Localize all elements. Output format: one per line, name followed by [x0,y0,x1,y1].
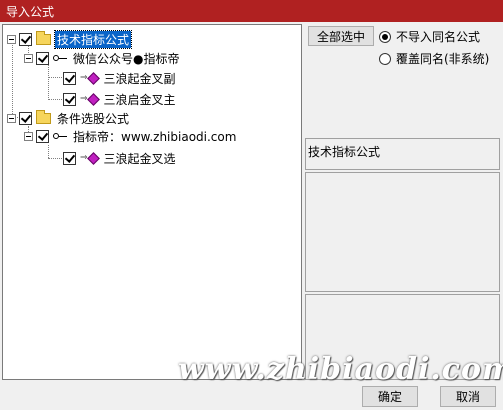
radio-label: 不导入同名公式 [396,30,481,44]
collapse-icon[interactable] [7,34,16,44]
node-checkbox[interactable] [63,151,76,165]
formula-icon: ⇒ [80,151,100,165]
tree-node-root[interactable]: 技术指标公式 [7,29,133,49]
select-all-button[interactable]: 全部选中 [308,26,374,46]
category-box: 技术指标公式 [305,138,500,170]
radio-icon[interactable] [379,30,391,43]
dialog-body: 技术指标公式 微信公众号●指标帝 ⇒ 三浪起金叉副 ⇒ 三浪启金叉主 条件选股公… [0,22,503,410]
tree-node-leaf[interactable]: ⇒ 三浪起金叉选 [63,149,178,167]
ok-button[interactable]: 确定 [362,386,418,407]
tree-node-label[interactable]: 条件选股公式 [55,110,131,127]
tree-node-leaf[interactable]: ⇒ 三浪起金叉副 [63,69,178,87]
radio-overwrite-same-name[interactable]: 覆盖同名(非系统) [379,50,489,67]
radio-icon[interactable] [379,52,391,65]
tree-line [48,145,49,158]
node-checkbox[interactable] [63,71,76,85]
radio-label: 覆盖同名(非系统) [396,52,490,66]
key-icon [53,133,67,139]
tree-node-label[interactable]: 指标帝：www.zhibiaodi.com [71,128,238,145]
folder-icon [36,30,51,45]
category-label: 技术指标公式 [308,145,381,159]
node-checkbox[interactable] [36,51,49,65]
radio-skip-same-name[interactable]: 不导入同名公式 [379,28,480,45]
tree-node-group[interactable]: 指标帝：www.zhibiaodi.com [24,127,238,145]
cancel-button[interactable]: 取消 [440,386,496,407]
collapse-icon[interactable] [24,53,33,63]
node-checkbox[interactable] [63,92,76,106]
node-checkbox[interactable] [36,129,49,143]
tree-line [48,158,62,159]
tree-node-root[interactable]: 条件选股公式 [7,109,131,127]
tree-node-label[interactable]: 三浪启金叉主 [102,91,178,108]
tree-node-label[interactable]: 三浪起金叉副 [102,70,178,87]
formula-icon: ⇒ [80,92,100,106]
formula-tree[interactable]: 技术指标公式 微信公众号●指标帝 ⇒ 三浪起金叉副 ⇒ 三浪启金叉主 条件选股公… [2,24,302,380]
description-box [305,172,500,292]
formula-icon: ⇒ [80,71,100,85]
collapse-icon[interactable] [24,131,33,141]
tree-node-leaf[interactable]: ⇒ 三浪启金叉主 [63,90,178,108]
key-icon [53,55,67,61]
tree-node-label[interactable]: 三浪起金叉选 [102,150,178,167]
tree-node-label[interactable]: 技术指标公式 [53,29,133,49]
watermark-text: www.zhibiaodi.com [178,352,503,387]
tree-node-group[interactable]: 微信公众号●指标帝 [24,49,181,67]
tree-line [12,41,13,118]
tree-line [48,99,62,100]
tree-line [48,77,62,78]
node-checkbox[interactable] [19,32,32,46]
tree-node-label[interactable]: 微信公众号●指标帝 [71,50,181,67]
node-checkbox[interactable] [19,111,32,125]
collapse-icon[interactable] [7,113,16,123]
folder-icon [36,109,51,124]
window-title: 导入公式 [0,0,503,22]
